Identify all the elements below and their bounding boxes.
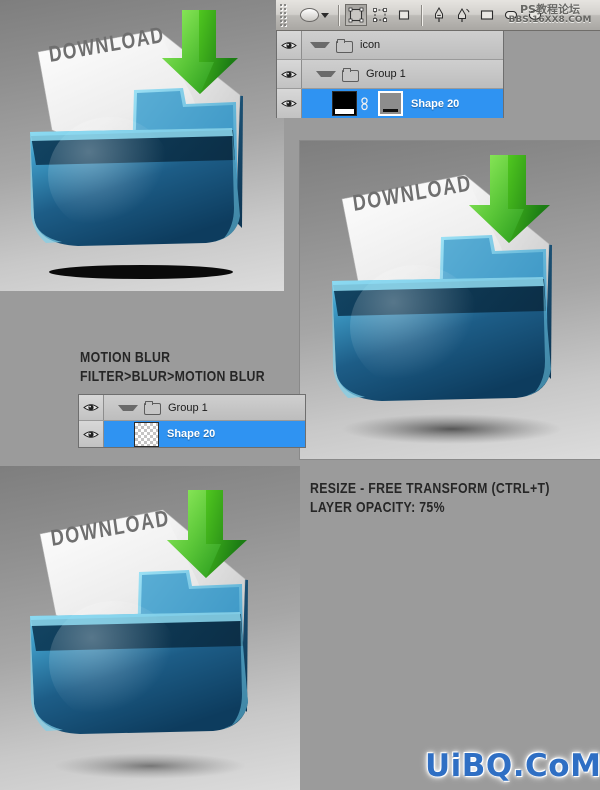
download-folder-icon-3: DOWNLOAD (0, 466, 300, 790)
chevron-down-icon[interactable] (321, 12, 329, 18)
group-disclosure-triangle-icon[interactable] (118, 404, 138, 411)
layer-row[interactable]: Group 1 (277, 60, 503, 89)
site-watermark: UiBQ.CoM (425, 748, 600, 784)
toolbar-separator (338, 4, 339, 26)
layer-name: Shape 20 (411, 97, 460, 110)
freeform-pen-tool-button[interactable] (452, 4, 474, 26)
eye-icon (281, 70, 297, 78)
layer-visibility-toggle[interactable] (277, 60, 302, 88)
shape-layers-icon (348, 7, 364, 23)
resize-annotation: RESIZE - FREE TRANSFORM (CTRL+T) LAYER O… (310, 480, 550, 516)
eye-icon (281, 100, 297, 107)
layer-visibility-toggle[interactable] (79, 395, 104, 420)
freeform-pen-icon (458, 8, 470, 22)
layer-row[interactable]: Group 1 (79, 395, 305, 421)
motion-blur-annotation: MOTION BLUR FILTER>BLUR>MOTION BLUR (80, 349, 265, 385)
forum-watermark: PS教程论坛 BBS.16XX8.COM (502, 1, 598, 29)
layers-panel-top[interactable]: icon Group 1 Shape 20 (276, 31, 504, 118)
layer-visibility-toggle[interactable] (277, 89, 302, 118)
folder-icon (144, 401, 161, 415)
layer-thumbnail[interactable] (134, 421, 159, 447)
options-bar[interactable]: PS教程论坛 BBS.16XX8.COM (276, 0, 600, 31)
folder-icon (342, 67, 359, 82)
link-layers-icon[interactable] (360, 96, 369, 111)
layer-name: Shape 20 (167, 428, 216, 440)
hard-ellipse-shadow (49, 265, 233, 279)
forum-watermark-line2: BBS.16XX8.COM (508, 15, 592, 25)
paths-icon (373, 8, 387, 22)
toolbar-drag-grip[interactable] (279, 3, 288, 27)
paths-button[interactable] (369, 4, 391, 26)
pen-tool-button[interactable] (428, 4, 450, 26)
layer-name: Group 1 (366, 68, 406, 80)
chain-link-icon (361, 96, 368, 110)
shape-layers-button[interactable] (345, 4, 367, 26)
fill-pixels-button[interactable] (393, 4, 415, 26)
pen-icon (435, 7, 443, 22)
forum-watermark-line1: PS教程论坛 (520, 3, 580, 16)
fill-pixels-icon (398, 10, 410, 20)
layer-name: Group 1 (168, 401, 208, 414)
canvas-step-2[interactable]: DOWNLOAD (300, 141, 600, 459)
shape-preset-thumbnail-icon[interactable] (300, 8, 319, 22)
eye-icon (83, 404, 99, 411)
layers-panel-middle[interactable]: Group 1 Shape 20 (78, 394, 306, 448)
folder-icon (336, 38, 353, 53)
canvas-step-1[interactable]: DOWNLOAD (0, 0, 284, 291)
layer-row[interactable]: icon (277, 31, 503, 60)
layer-name: icon (360, 39, 381, 51)
screenshot-stage: DOWNLOAD PS教程论坛 BBS.16XX8.COM icon Group… (0, 0, 600, 790)
rectangle-icon (480, 10, 494, 20)
group-disclosure-triangle-icon[interactable] (316, 71, 336, 77)
layer-row-selected[interactable]: Shape 20 (277, 89, 503, 118)
canvas-step-3[interactable]: DOWNLOAD (0, 466, 300, 790)
layer-row-selected[interactable]: Shape 20 (79, 421, 305, 447)
eye-icon (83, 430, 99, 438)
layer-mask-thumbnail[interactable] (378, 91, 403, 116)
group-disclosure-triangle-icon[interactable] (310, 42, 330, 48)
layer-visibility-toggle[interactable] (277, 31, 302, 59)
layer-thumbnail[interactable] (332, 91, 357, 116)
toolbar-separator-2 (421, 4, 422, 26)
download-folder-icon-2: DOWNLOAD (300, 141, 600, 459)
layer-visibility-toggle[interactable] (79, 421, 104, 447)
rectangle-tool-button[interactable] (476, 4, 498, 26)
eye-icon (281, 41, 297, 49)
